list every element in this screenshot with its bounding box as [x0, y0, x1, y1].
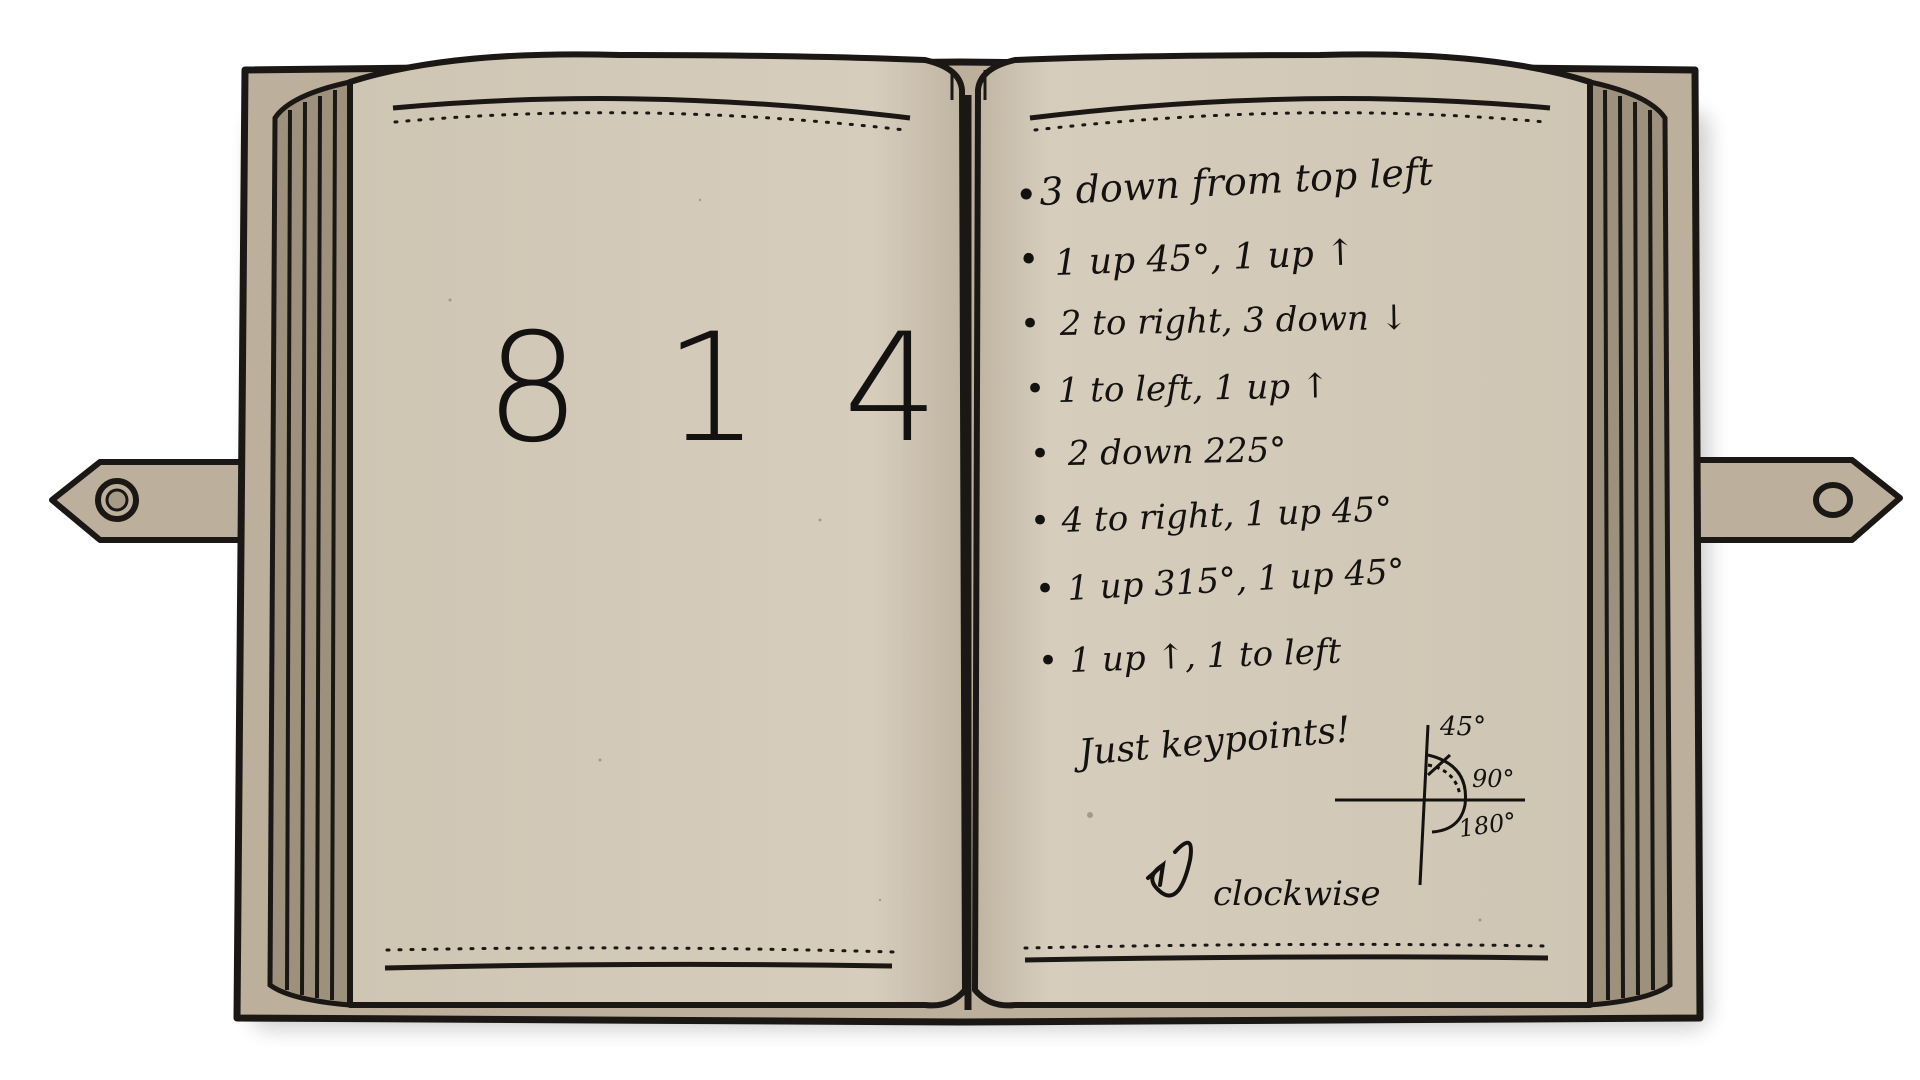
- instruction-text: 2 to right, 3 down ↓: [1058, 298, 1408, 344]
- left-strap[interactable]: [49, 459, 253, 543]
- svg-text:•: •: [1015, 173, 1037, 217]
- angle-45-label: 45°: [1439, 712, 1486, 742]
- right-page-edges: [1587, 78, 1673, 1008]
- svg-text:•: •: [1038, 641, 1058, 681]
- instruction-item: • 1 to left, 1 up ↑: [1025, 366, 1330, 411]
- book-scene: 8 1 4 • 3 down from top left • 1 up 45°,…: [49, 51, 1903, 1030]
- svg-text:•: •: [1035, 569, 1055, 609]
- instruction-text: 2 down 225°: [1066, 430, 1286, 474]
- left-page-edges: [267, 78, 353, 1008]
- right-strap[interactable]: [1687, 457, 1903, 543]
- instruction-item: • 2 down 225°: [1030, 430, 1287, 474]
- angle-90-label: 90°: [1472, 765, 1515, 793]
- clockwise-label: clockwise: [1213, 874, 1381, 914]
- door-code: 8 1 4: [485, 302, 957, 476]
- svg-text:•: •: [1030, 501, 1050, 541]
- instruction-item: • 2 to right, 3 down ↓: [1020, 298, 1409, 344]
- left-page: [347, 51, 968, 1009]
- svg-text:•: •: [1018, 240, 1039, 281]
- svg-text:•: •: [1030, 434, 1050, 474]
- svg-text:•: •: [1025, 369, 1045, 409]
- svg-text:•: •: [1020, 304, 1040, 344]
- instruction-text: 1 to left, 1 up ↑: [1057, 366, 1329, 411]
